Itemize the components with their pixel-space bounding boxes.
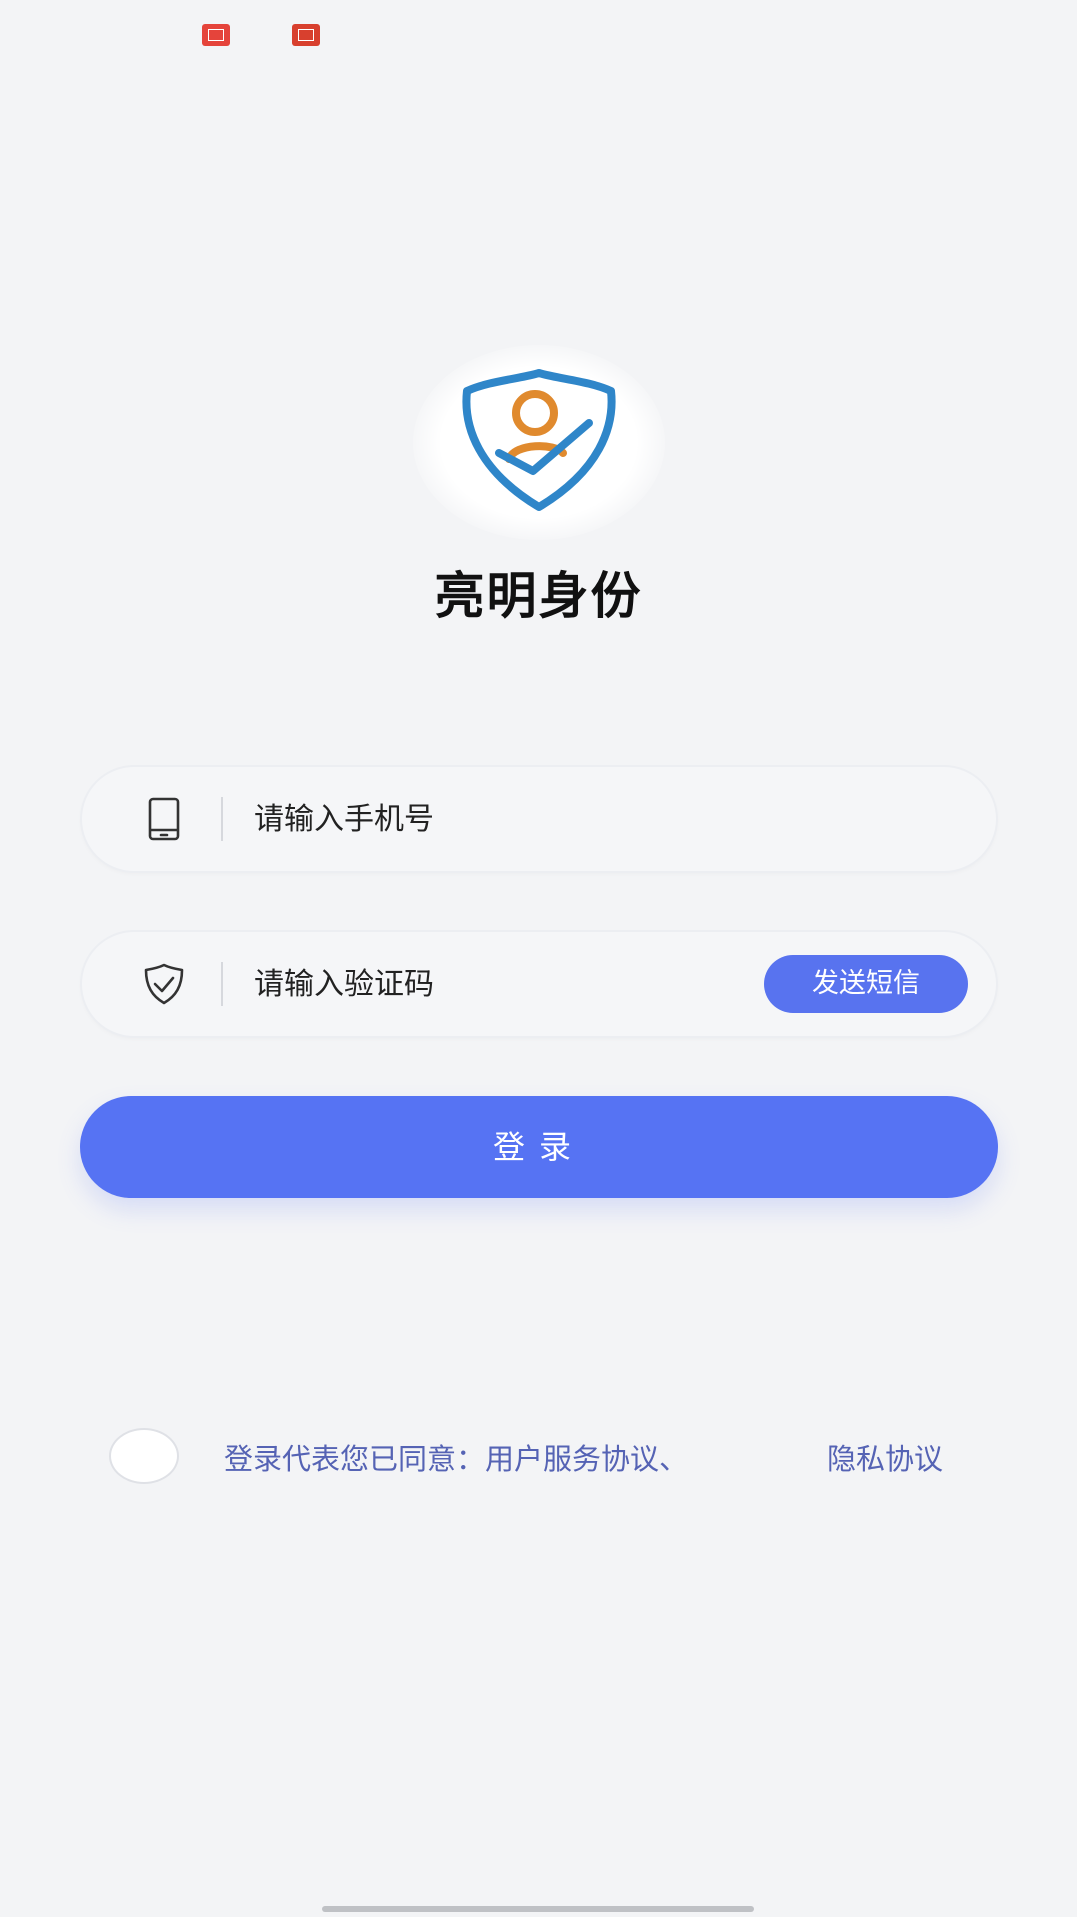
shield-check-icon xyxy=(144,963,184,1005)
user-agreement-link[interactable]: 用户服务协议、 xyxy=(485,1436,688,1478)
home-indicator[interactable] xyxy=(322,1906,754,1912)
field-divider xyxy=(221,797,223,841)
agreement-text: 登录代表您已同意：用户服务协议、 隐私协议 xyxy=(224,1436,943,1478)
app-title: 亮明身份 xyxy=(434,567,643,625)
app-logo xyxy=(413,345,665,540)
send-sms-button[interactable]: 发送短信 xyxy=(764,955,968,1013)
privacy-policy-link[interactable]: 隐私协议 xyxy=(827,1436,943,1478)
field-divider xyxy=(221,962,223,1006)
phone-input[interactable] xyxy=(254,789,774,849)
news-app-icon xyxy=(202,24,230,46)
shield-person-check-logo xyxy=(462,369,616,511)
agreement-checkbox[interactable] xyxy=(109,1428,179,1484)
notification-app-icon xyxy=(292,24,320,46)
verification-code-input[interactable] xyxy=(254,954,654,1014)
verification-code-field[interactable]: 发送短信 xyxy=(82,932,996,1036)
phone-icon xyxy=(148,797,180,841)
status-bar xyxy=(0,0,1077,70)
agreement-prefix: 登录代表您已同意： xyxy=(224,1442,486,1476)
login-button[interactable]: 登录 xyxy=(80,1096,998,1198)
phone-field[interactable] xyxy=(82,767,996,871)
